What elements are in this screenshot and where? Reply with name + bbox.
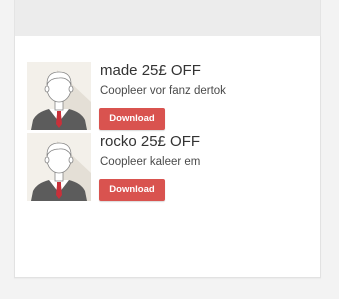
offer-title: made 25£ OFF — [100, 62, 201, 79]
offer-item: rocko 25£ OFF Coopleer kaleer em Downloa… — [27, 133, 307, 201]
offer-description: Coopleer kaleer em — [100, 156, 201, 168]
offers-panel: made 25£ OFF Coopleer vor fanz dertok Do… — [14, 36, 321, 278]
offer-item: made 25£ OFF Coopleer vor fanz dertok Do… — [27, 62, 307, 130]
person-avatar-icon — [27, 133, 91, 201]
offer-description: Coopleer vor fanz dertok — [100, 85, 226, 97]
person-avatar-icon — [27, 62, 91, 130]
offer-title: rocko 25£ OFF — [100, 133, 201, 150]
download-button[interactable]: Download — [99, 179, 165, 201]
top-header-band — [14, 0, 321, 36]
download-button[interactable]: Download — [99, 108, 165, 130]
